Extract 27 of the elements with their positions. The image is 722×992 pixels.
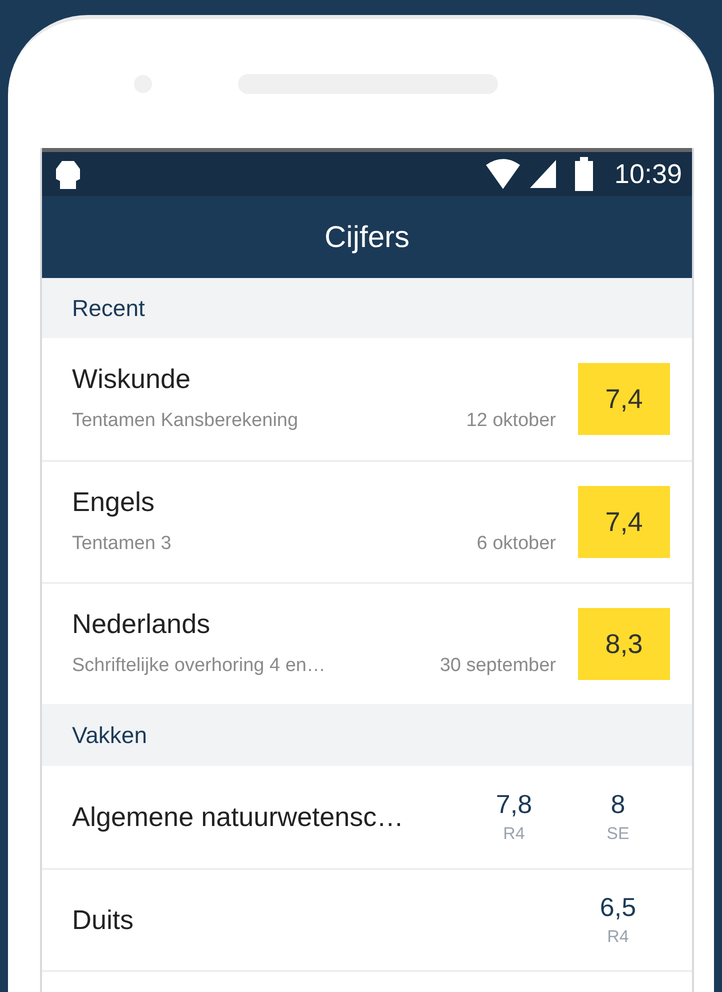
grade-value: 6,5 (600, 891, 636, 924)
battery-icon (574, 157, 594, 191)
test-date: 6 oktober (476, 532, 556, 556)
subject-name: Engels (72, 486, 156, 519)
subject-name: Nederlands (72, 608, 212, 641)
wifi-icon (484, 157, 522, 191)
signal-icon (528, 158, 558, 190)
test-description: Schriftelijke overhoring 4 en… (72, 654, 326, 678)
grade-value: 8 (610, 788, 626, 820)
section-header: Recent (42, 278, 692, 338)
grade-value: 7,8 (496, 788, 532, 820)
grade-badge: 8,3 (578, 608, 670, 680)
grade-badge: 7,4 (578, 363, 670, 435)
test-description: Tentamen 3 (72, 532, 172, 556)
grade-type: R4 (607, 926, 629, 948)
subject-name: Algemene natuurwetensc… (72, 800, 405, 834)
grade-type: R4 (503, 822, 525, 844)
clock-time: 10:39 (614, 158, 682, 191)
subject-name: Duits (72, 904, 135, 937)
grade-badge: 7,4 (578, 486, 670, 558)
subject-name: Wiskunde (72, 362, 192, 396)
test-date: 30 september (440, 654, 556, 678)
app-bar-title: Cijfers (324, 220, 410, 256)
test-date: 12 oktober (466, 408, 556, 433)
grade-type: SE (606, 822, 630, 844)
test-description: Tentamen Kansberekening (72, 408, 298, 433)
section-header: Vakken (42, 704, 692, 766)
